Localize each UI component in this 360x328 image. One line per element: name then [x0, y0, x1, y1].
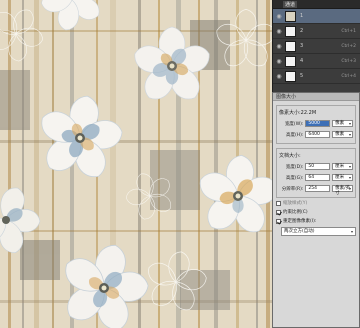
dialog-title[interactable]: 图像大小	[273, 93, 359, 101]
pixel-height-input[interactable]: 6400	[305, 131, 331, 138]
pixel-height-label: 高度(H):	[286, 132, 304, 138]
eye-icon[interactable]: ◉	[275, 43, 283, 50]
eye-icon[interactable]: ◉	[275, 58, 283, 65]
layer-thumbnail	[285, 55, 296, 67]
constrain-proportions-checkbox[interactable]: 约束比例(C)	[276, 208, 356, 216]
layer-thumbnail	[285, 10, 296, 22]
resolution-label: 分辨率(R):	[281, 186, 304, 192]
resample-image-label: 重定图像像素(I):	[283, 219, 317, 224]
layers-panel: 通道 ◉ 1 ◉ 2 Ctrl+1 ◉ 3 Ctrl+2 ◉ 4 Ctrl+3 …	[272, 0, 360, 100]
doc-height-field: 高度(G): 64 厘米	[279, 173, 353, 182]
layer-shortcut: Ctrl+3	[341, 58, 356, 64]
layer-name: 2	[300, 28, 304, 34]
resolution-unit-select[interactable]: 像素/英寸	[332, 185, 353, 196]
doc-height-unit-select[interactable]: 厘米	[332, 174, 353, 181]
document-canvas[interactable]	[0, 0, 272, 328]
scale-styles-checkbox[interactable]: 缩放样式(Y)	[276, 199, 356, 207]
checkbox-box[interactable]	[276, 209, 281, 215]
eye-icon[interactable]: ◉	[275, 28, 283, 35]
doc-height-label: 高度(G):	[285, 175, 304, 181]
eye-icon[interactable]: ◉	[275, 13, 283, 20]
document-size-group: 文档大小: 宽度(D): 50 厘米 高度(G): 64 厘米 分辨率(R): …	[276, 148, 356, 198]
resolution-field: 分辨率(R): 254 像素/英寸	[279, 184, 353, 196]
layer-row[interactable]: ◉ 1	[273, 9, 360, 24]
resample-method-select[interactable]: 两次立方(自动)	[281, 227, 356, 236]
doc-width-input[interactable]: 50	[305, 163, 331, 170]
layer-name: 5	[300, 73, 304, 79]
checkbox-box[interactable]	[276, 200, 281, 206]
eye-icon[interactable]: ◉	[275, 73, 283, 80]
layer-thumbnail	[285, 40, 296, 52]
layer-row[interactable]: ◉ 4 Ctrl+3	[273, 54, 360, 69]
resolution-input[interactable]: 254	[305, 185, 331, 192]
resample-image-checkbox[interactable]: 重定图像像素(I):	[276, 217, 356, 225]
layer-shortcut: Ctrl+1	[341, 28, 356, 34]
pixel-dimensions-group: 像素大小:22.2M 宽度(W): 5000 像素 高度(H): 6400 像素	[276, 105, 356, 144]
layer-thumbnail	[285, 70, 296, 82]
layer-name: 1	[300, 13, 304, 19]
tab-channels[interactable]: 通道	[283, 0, 298, 8]
layer-thumbnail	[285, 25, 296, 37]
document-size-title: 文档大小:	[279, 153, 301, 159]
layer-shortcut: Ctrl+4	[341, 73, 356, 79]
scale-styles-label: 缩放样式(Y)	[283, 201, 308, 206]
pixel-height-field: 高度(H): 6400 像素	[279, 130, 353, 139]
pixel-dimensions-title: 像素大小:22.2M	[279, 110, 317, 116]
doc-width-field: 宽度(D): 50 厘米	[279, 162, 353, 171]
checkbox-box[interactable]	[276, 218, 281, 224]
layer-name: 3	[300, 43, 304, 49]
layer-row[interactable]: ◉ 3 Ctrl+2	[273, 39, 360, 54]
doc-height-input[interactable]: 64	[305, 174, 331, 181]
constrain-proportions-label: 约束比例(C)	[283, 210, 308, 215]
pixel-width-label: 宽度(W):	[284, 121, 304, 127]
image-size-dialog: 图像大小 像素大小:22.2M 宽度(W): 5000 像素 高度(H): 64…	[272, 92, 360, 328]
pixel-width-unit-select[interactable]: 像素	[332, 120, 353, 127]
layer-name: 4	[300, 58, 304, 64]
layer-shortcut: Ctrl+2	[341, 43, 356, 49]
floral-pattern-artwork	[0, 0, 272, 328]
pixel-height-unit-select[interactable]: 像素	[332, 131, 353, 138]
panel-tabs: 通道	[273, 0, 360, 9]
layer-row[interactable]: ◉ 2 Ctrl+1	[273, 24, 360, 39]
pixel-width-field: 宽度(W): 5000 像素	[279, 119, 353, 128]
pixel-width-input[interactable]: 5000	[305, 120, 331, 127]
layer-row[interactable]: ◉ 5 Ctrl+4	[273, 69, 360, 84]
doc-width-unit-select[interactable]: 厘米	[332, 163, 353, 170]
doc-width-label: 宽度(D):	[285, 164, 304, 170]
